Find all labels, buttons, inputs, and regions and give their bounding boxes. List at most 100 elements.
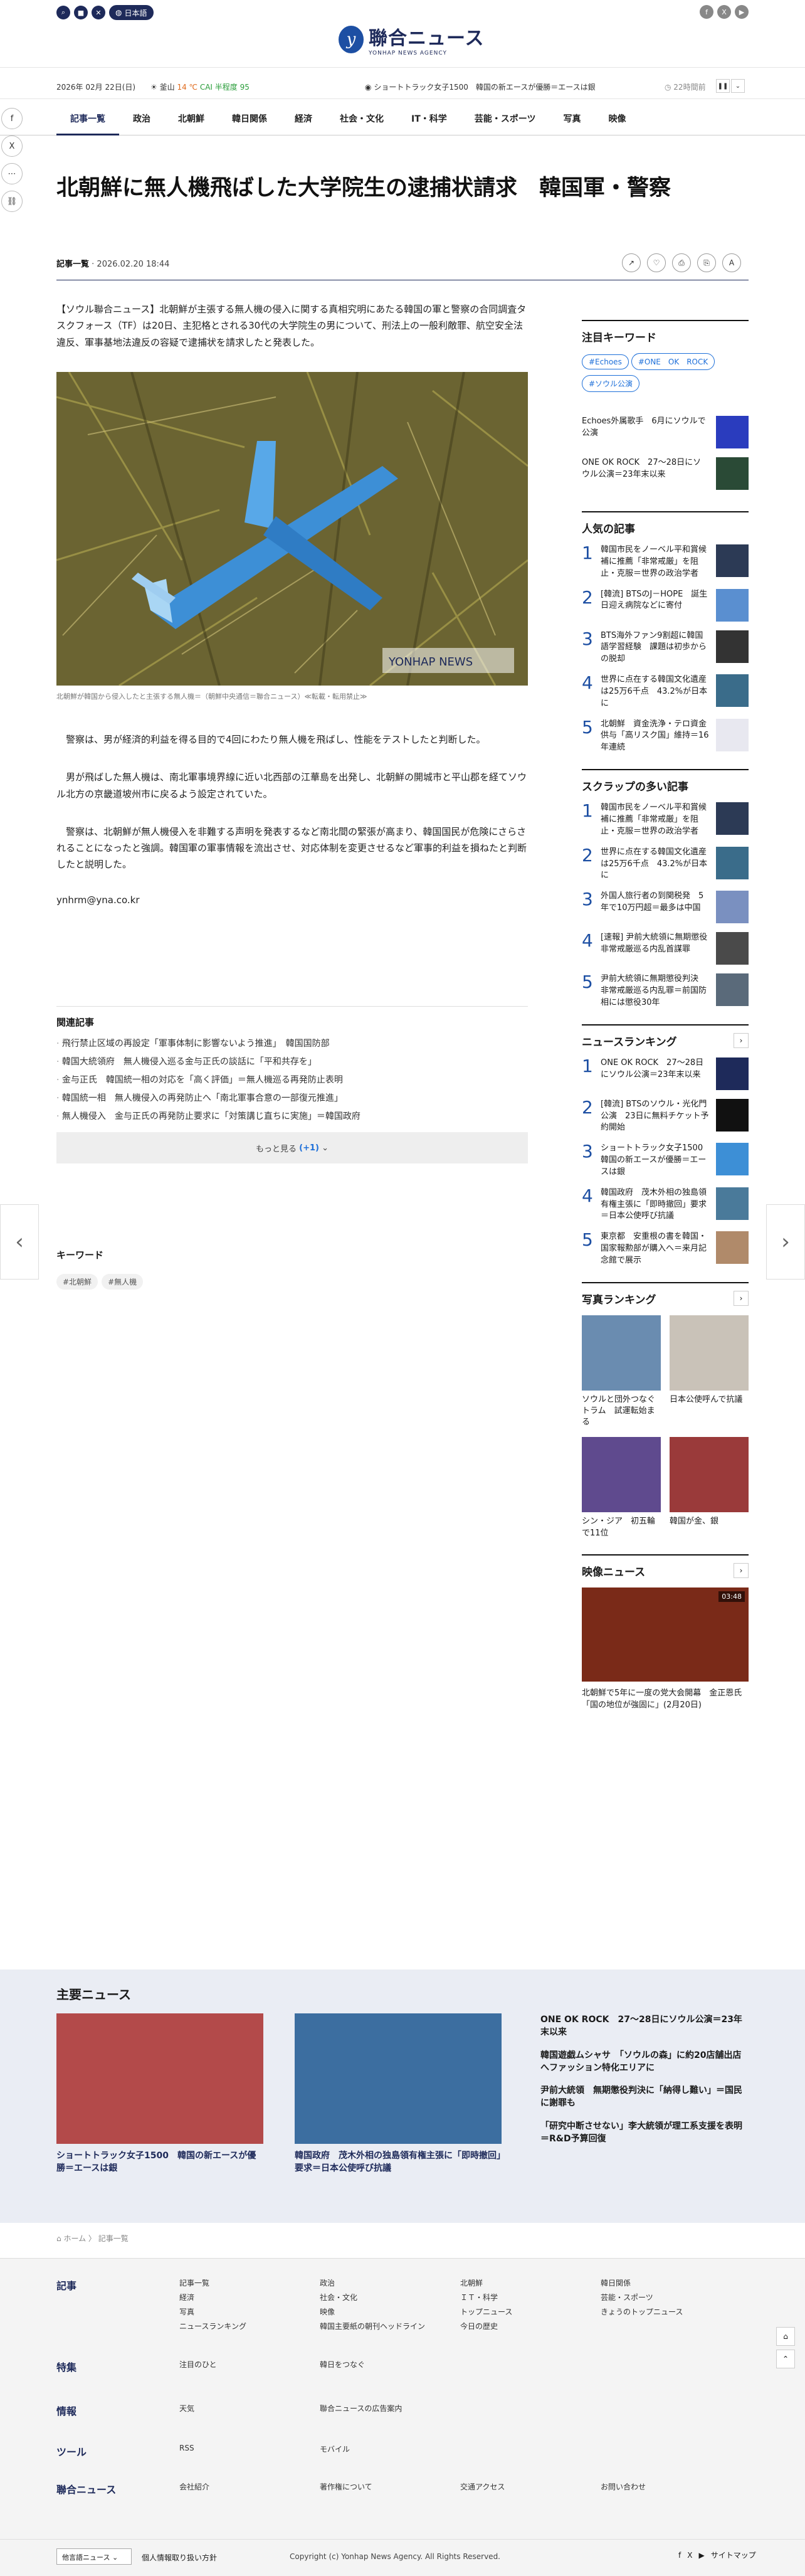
photo-more-icon[interactable]: › <box>734 1291 749 1307</box>
hot-item[interactable]: Echoes外属歌手 6月にソウルで公演 <box>582 416 749 448</box>
breadcrumb-current[interactable]: 記事一覧 <box>98 2234 129 2243</box>
footer-link[interactable]: 政治 <box>320 2277 460 2288</box>
breadcrumb-home[interactable]: ホーム <box>63 2234 86 2243</box>
news-ticker[interactable]: ◉ ショートトラック女子1500 韓国の新エースが優勝＝エースは銀 <box>365 82 596 92</box>
scroll-top-icon[interactable]: ⌃ <box>776 2350 795 2368</box>
nav-item[interactable]: IT・科学 <box>397 103 461 135</box>
nav-item[interactable]: 社会・文化 <box>326 103 397 135</box>
ranked-item[interactable]: 5 東京都 安重根の書を韓国・国家報勲部が購入へ＝来月記念館で展示 <box>582 1231 749 1267</box>
footer-link[interactable]: 韓国主要紙の朝刊ヘッドライン <box>320 2321 460 2331</box>
photo-card[interactable]: 韓国が金、銀 <box>670 1437 749 1539</box>
facebook-share-icon[interactable]: f <box>1 108 23 129</box>
related-item[interactable]: 飛行禁止区域の再設定「軍事体制に影響ないよう推進」 韓国国防部 <box>56 1035 528 1053</box>
photo-card[interactable]: ソウルと団外つなぐトラム 試運転始まる <box>582 1315 661 1429</box>
nav-item[interactable]: 経済 <box>281 103 326 135</box>
language-selector[interactable]: ◍ 日本語 <box>109 5 154 20</box>
ranked-item[interactable]: 2 [韓流] BTSのソウル・光化門公演 23日に無料チケット予約開始 <box>582 1098 749 1135</box>
bookmark-icon[interactable]: ■ <box>74 6 88 19</box>
main-news-list-item[interactable]: ONE OK ROCK 27～28日にソウル公演＝23年末以来 <box>540 2013 747 2039</box>
ranked-item[interactable]: 1 韓国市民をノーベル平和賞候補に推薦「非常戒厳」を阻止・克服＝世界の政治学者 <box>582 544 749 580</box>
photo-card[interactable]: 日本公使呼んで抗議 <box>670 1315 749 1429</box>
related-item[interactable]: 韓国統一相 無人機侵入の再発防止へ「南北軍事合意の一部復元推進」 <box>56 1089 528 1108</box>
facebook-icon[interactable]: f <box>700 5 713 19</box>
ranked-item[interactable]: 5 尹前大統領に無期懲役判決 非常戒厳巡る内乱罪＝前国防相には懲役30年 <box>582 973 749 1009</box>
footer-link[interactable]: 北朝鮮 <box>460 2277 601 2288</box>
nav-item[interactable]: 記事一覧 <box>56 103 119 135</box>
font-size-icon[interactable]: A <box>722 253 741 272</box>
footer-link[interactable]: 社会・文化 <box>320 2292 460 2303</box>
article-section[interactable]: 記事一覧 <box>56 260 89 269</box>
link-copy-icon[interactable]: ⛓ <box>1 191 23 212</box>
footer-link[interactable]: お問い合わせ <box>601 2481 741 2492</box>
footer-link[interactable]: 記事一覧 <box>179 2277 320 2288</box>
keyword-tag[interactable]: #無人機 <box>102 1274 144 1290</box>
search-icon[interactable]: ⌕ <box>56 6 70 19</box>
print-icon[interactable]: ⎘ <box>697 253 716 272</box>
footer-link[interactable]: 会社紹介 <box>179 2481 320 2492</box>
ranked-item[interactable]: 4 韓国政府 茂木外相の独島領有権主張に「即時撤回」要求＝日本公使呼び抗議 <box>582 1187 749 1223</box>
facebook-icon[interactable]: f <box>678 2551 681 2560</box>
reporter-email[interactable]: ynhrm@yna.co.kr <box>56 892 528 908</box>
nav-item[interactable]: 映像 <box>595 103 640 135</box>
footer-link[interactable]: 聯合ニュースの広告案内 <box>320 2403 460 2414</box>
like-icon[interactable]: ♡ <box>647 253 666 272</box>
ranked-item[interactable]: 5 北朝鮮 資金洗浄・テロ資金供与「高リスク国」維持＝16年連続 <box>582 718 749 755</box>
keyword-pill[interactable]: #ソウル公演 <box>582 375 640 392</box>
footer-link[interactable]: 写真 <box>179 2306 320 2317</box>
hot-item[interactable]: ONE OK ROCK 27～28日にソウル公演＝23年末以来 <box>582 457 749 490</box>
next-article-arrow-icon[interactable]: › <box>766 1204 805 1280</box>
footer-link[interactable]: モバイル <box>320 2444 460 2454</box>
x-social-icon[interactable]: X <box>717 5 731 19</box>
footer-link[interactable]: 交通アクセス <box>460 2481 601 2492</box>
ranked-item[interactable]: 3 BTS海外ファン9割超に韓国語学習経験 課題は初歩からの脱却 <box>582 630 749 666</box>
nav-item[interactable]: 韓日関係 <box>218 103 281 135</box>
home-float-icon[interactable]: ⌂ <box>776 2327 795 2346</box>
x-social-icon[interactable]: X <box>687 2551 692 2560</box>
ranked-item[interactable]: 4 世界に点在する韓国文化遺産は25万6千点 43.2%が日本に <box>582 674 749 710</box>
footer-link[interactable] <box>601 2321 741 2331</box>
footer-link[interactable]: ＩＴ・科学 <box>460 2292 601 2303</box>
ranked-item[interactable]: 2 世界に点在する韓国文化遺産は25万6千点 43.2%が日本に <box>582 846 749 883</box>
footer-link[interactable]: 芸能・スポーツ <box>601 2292 741 2303</box>
video-more-icon[interactable]: › <box>734 1563 749 1579</box>
nav-item[interactable]: 芸能・スポーツ <box>461 103 550 135</box>
more-button[interactable]: もっと見る (+1) ⌄ <box>56 1132 528 1163</box>
main-news-list-item[interactable]: 「研究中断させない」李大統領が理工系支援を表明＝R&D予算回復 <box>540 2120 747 2146</box>
scrap-icon[interactable]: ⎙ <box>672 253 691 272</box>
footer-link[interactable]: 著作権について <box>320 2481 460 2492</box>
youtube-icon[interactable]: ▶ <box>698 2551 704 2560</box>
related-item[interactable]: 金与正氏 韓国統一相の対応を「高く評価」＝無人機巡る再発防止表明 <box>56 1071 528 1089</box>
footer-link[interactable]: きょうのトップニュース <box>601 2306 741 2317</box>
chevron-down-icon[interactable]: ⌄ <box>731 79 745 93</box>
ranked-item[interactable]: 1 韓国市民をノーベル平和賞候補に推薦「非常戒厳」を阻止・克服＝世界の政治学者 <box>582 802 749 838</box>
main-news-list-item[interactable]: 尹前大統領 無期懲役判決に「納得し難い」＝国民に謝罪も <box>540 2084 747 2110</box>
footer-link[interactable]: 映像 <box>320 2306 460 2317</box>
main-news-card[interactable]: ショートトラック女子1500 韓国の新エースが優勝＝エースは銀 <box>56 2013 263 2175</box>
weather-widget[interactable]: ☀ 釜山 14 ℃ CAI 半程度 95 <box>150 82 250 92</box>
pause-icon[interactable]: ❚❚ <box>716 79 730 93</box>
main-news-list-item[interactable]: 韓国遊戯ムシャサ 「ソウルの森」に約20店舗出店へファッション特化エリアに <box>540 2049 747 2075</box>
video-card[interactable]: 03:48 北朝鮮で5年に一度の党大会開幕 金正恩氏「国の地位が強固に」(2月2… <box>582 1587 749 1712</box>
x-share-icon[interactable]: X <box>1 135 23 157</box>
nav-item[interactable]: 写真 <box>550 103 595 135</box>
nav-item[interactable]: 北朝鮮 <box>164 103 218 135</box>
more-share-icon[interactable]: ⋯ <box>1 163 23 184</box>
related-item[interactable]: 無人機侵入 金与正氏の再発防止要求に「対策講じ直ちに実施」＝韓国政府 <box>56 1108 528 1126</box>
prev-article-arrow-icon[interactable]: ‹ <box>0 1204 39 1280</box>
footer-link[interactable]: 今日の歴史 <box>460 2321 601 2331</box>
photo-card[interactable]: シン・ジア 初五輪で11位 <box>582 1437 661 1539</box>
footer-link[interactable]: RSS <box>179 2444 320 2454</box>
privacy-link[interactable]: 個人情報取り扱い方針 <box>142 2552 217 2563</box>
footer-link[interactable]: 経済 <box>179 2292 320 2303</box>
ranked-item[interactable]: 4 [速報] 尹前大統領に無期懲役 非常戒厳巡る内乱首謀罪 <box>582 932 749 965</box>
keyword-pill[interactable]: #Echoes <box>582 354 629 369</box>
footer-link[interactable]: 天気 <box>179 2403 320 2414</box>
sitemap-link[interactable]: サイトマップ <box>711 2550 756 2560</box>
ranked-item[interactable]: 2 [韓流] BTSのJ－HOPE 誕生日迎え病院などに寄付 <box>582 588 749 622</box>
ranking-more-icon[interactable]: › <box>734 1033 749 1049</box>
ranked-item[interactable]: 3 ショートトラック女子1500 韓国の新エースが優勝＝エースは銀 <box>582 1143 749 1179</box>
keyword-tag[interactable]: #北朝鮮 <box>56 1274 98 1290</box>
x-icon[interactable]: ✕ <box>92 6 105 19</box>
related-item[interactable]: 韓国大統領府 無人機侵入巡る金与正氏の談話に「平和共存を」 <box>56 1053 528 1071</box>
youtube-icon[interactable]: ▶ <box>735 5 749 19</box>
